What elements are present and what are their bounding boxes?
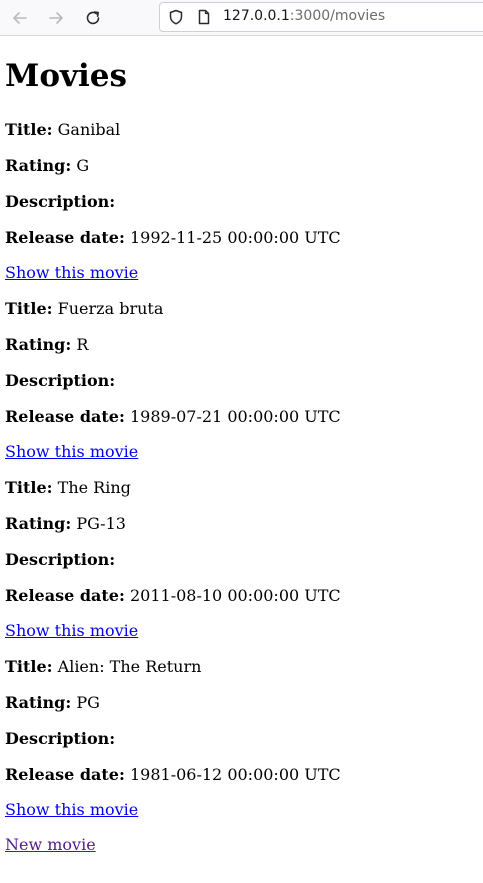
movie-title-value: Fuerza bruta xyxy=(57,299,164,318)
forward-button[interactable] xyxy=(44,6,68,30)
movie-rating-value: PG-13 xyxy=(76,514,126,533)
page-title: Movies xyxy=(5,58,127,94)
movie-rating-value: PG xyxy=(76,693,100,712)
movie-title-field: Title: Alien: The Return xyxy=(5,657,201,677)
rating-label: Rating: xyxy=(5,693,72,712)
description-label: Description: xyxy=(5,192,116,211)
movie-rating-field: Rating: PG-13 xyxy=(5,514,126,534)
shield-icon[interactable] xyxy=(168,9,184,25)
movie-release-date-field: Release date: 2011-08-10 00:00:00 UTC xyxy=(5,586,341,606)
show-movie-link[interactable]: Show this movie xyxy=(5,442,138,462)
movie-release-date-field: Release date: 1981-06-12 00:00:00 UTC xyxy=(5,765,341,785)
movie-rating-field: Rating: G xyxy=(5,156,89,176)
movie-description-field: Description: xyxy=(5,371,115,391)
movie-title-value: Alien: The Return xyxy=(57,657,202,676)
back-arrow-icon xyxy=(13,12,27,24)
movie-release-date-field: Release date: 1992-11-25 00:00:00 UTC xyxy=(5,228,341,248)
rating-label: Rating: xyxy=(5,156,72,175)
rating-label: Rating: xyxy=(5,335,72,354)
reload-button[interactable] xyxy=(81,6,105,30)
movie-title-field: Title: The Ring xyxy=(5,478,131,498)
movie-release-date-value: 2011-08-10 00:00:00 UTC xyxy=(129,586,341,605)
movie-rating-field: Rating: PG xyxy=(5,693,100,713)
reload-icon xyxy=(86,11,100,25)
url-text[interactable]: 127.0.0.1:3000/movies xyxy=(223,8,385,24)
title-label: Title: xyxy=(5,299,53,318)
title-label: Title: xyxy=(5,657,53,676)
release-date-label: Release date: xyxy=(5,228,125,247)
movie-description-field: Description: xyxy=(5,729,115,749)
url-host: 127.0.0.1 xyxy=(223,8,290,24)
movie-title-field: Title: Fuerza bruta xyxy=(5,299,163,319)
movie-description-field: Description: xyxy=(5,550,115,570)
movie-release-date-field: Release date: 1989-07-21 00:00:00 UTC xyxy=(5,407,341,427)
movie-rating-value: R xyxy=(76,335,89,354)
show-movie-link[interactable]: Show this movie xyxy=(5,621,138,641)
new-movie-link[interactable]: New movie xyxy=(5,835,96,855)
movie-title-value: The Ring xyxy=(57,478,131,497)
url-bar[interactable]: 127.0.0.1:3000/movies xyxy=(159,2,483,32)
url-path: :3000/movies xyxy=(289,8,386,24)
title-label: Title: xyxy=(5,478,53,497)
movie-release-date-value: 1992-11-25 00:00:00 UTC xyxy=(129,228,341,247)
show-movie-link[interactable]: Show this movie xyxy=(5,800,138,820)
movie-release-date-value: 1981-06-12 00:00:00 UTC xyxy=(129,765,341,784)
movie-title-field: Title: Ganibal xyxy=(5,120,120,140)
movie-rating-field: Rating: R xyxy=(5,335,88,355)
show-movie-link[interactable]: Show this movie xyxy=(5,263,138,283)
description-label: Description: xyxy=(5,371,116,390)
movie-release-date-value: 1989-07-21 00:00:00 UTC xyxy=(129,407,341,426)
release-date-label: Release date: xyxy=(5,765,125,784)
title-label: Title: xyxy=(5,120,53,139)
movie-rating-value: G xyxy=(76,156,90,175)
movie-description-field: Description: xyxy=(5,192,115,212)
browser-toolbar: 127.0.0.1:3000/movies xyxy=(0,0,483,36)
description-label: Description: xyxy=(5,550,116,569)
forward-arrow-icon xyxy=(49,12,63,24)
description-label: Description: xyxy=(5,729,116,748)
movie-title-value: Ganibal xyxy=(57,120,121,139)
release-date-label: Release date: xyxy=(5,586,125,605)
back-button[interactable] xyxy=(8,6,32,30)
page-icon[interactable] xyxy=(196,9,212,25)
rating-label: Rating: xyxy=(5,514,72,533)
release-date-label: Release date: xyxy=(5,407,125,426)
